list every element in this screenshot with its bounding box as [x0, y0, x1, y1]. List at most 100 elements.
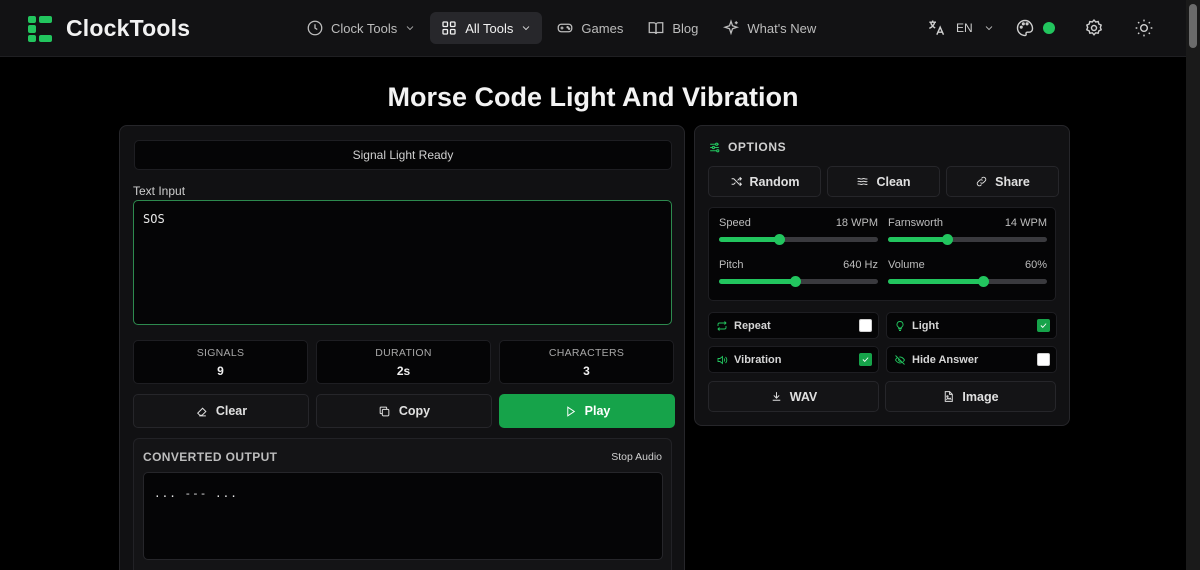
app-name: ClockTools	[66, 15, 191, 41]
gear-icon	[1085, 19, 1103, 36]
nav-label: Clock Tools	[331, 20, 398, 36]
options-title: OPTIONS	[728, 140, 787, 154]
slider-fill	[888, 279, 984, 284]
hide-answer-toggle[interactable]: Hide Answer	[886, 346, 1057, 373]
wav-label: WAV	[789, 389, 818, 404]
image-file-icon	[945, 391, 954, 402]
page-scrollbar[interactable]	[1186, 0, 1200, 570]
slider-value: 60%	[1024, 259, 1047, 271]
signal-status: Signal Light Ready	[134, 140, 672, 170]
share-button[interactable]: Share	[946, 166, 1059, 197]
repeat-checkbox[interactable]	[859, 319, 872, 332]
check-icon	[1040, 323, 1047, 329]
toggle-label: Vibration	[734, 353, 782, 366]
converted-output-section: CONVERTED OUTPUT Stop Audio ... --- ...	[133, 438, 672, 570]
sparkle-icon	[723, 19, 740, 36]
clear-button[interactable]: Clear	[133, 394, 309, 428]
book-icon	[648, 22, 664, 35]
play-button[interactable]: Play	[499, 394, 675, 428]
logo[interactable]: ClockTools	[28, 15, 190, 42]
slider-fill	[719, 279, 796, 284]
text-input-label: Text Input	[133, 184, 186, 198]
stat-value: 3	[583, 364, 590, 378]
slider-track[interactable]	[719, 234, 878, 245]
light-checkbox[interactable]	[1037, 319, 1050, 332]
link-icon	[976, 176, 987, 187]
nav-games[interactable]: Games	[546, 12, 633, 44]
clean-button[interactable]: Clean	[827, 166, 940, 197]
slider-value: 14 WPM	[1004, 217, 1047, 229]
stop-audio-button[interactable]: Stop Audio	[611, 451, 662, 463]
play-label: Play	[584, 404, 611, 418]
page-title: Morse Code Light And Vibration	[387, 82, 799, 112]
eraser-icon	[196, 407, 207, 416]
clock-icon	[307, 20, 323, 36]
hide-answer-checkbox[interactable]	[1037, 353, 1050, 366]
slider-thumb[interactable]	[941, 234, 953, 245]
output-title: CONVERTED OUTPUT	[143, 450, 278, 464]
lightbulb-icon	[896, 320, 904, 331]
random-label: Random	[749, 174, 800, 189]
farnsworth-slider[interactable]: Farnsworth 14 WPM	[888, 217, 1047, 245]
converted-output[interactable]: ... --- ...	[143, 472, 663, 560]
clear-label: Clear	[215, 404, 248, 418]
vibration-toggle[interactable]: Vibration	[708, 346, 879, 373]
language-selector[interactable]: EN	[926, 12, 995, 44]
palette-icon	[1016, 19, 1034, 37]
light-toggle[interactable]: Light	[886, 312, 1057, 339]
settings-button[interactable]	[1084, 12, 1104, 44]
scrollbar-thumb[interactable]	[1189, 4, 1197, 48]
clean-label: Clean	[876, 174, 911, 189]
text-input[interactable]	[133, 200, 672, 325]
nav-label: Games	[581, 20, 624, 36]
toggle-label: Repeat	[734, 319, 771, 332]
slider-label: Speed	[719, 217, 751, 229]
theme-toggle-button[interactable]	[1134, 12, 1154, 44]
nav-whats-new[interactable]: What's New	[712, 12, 826, 44]
top-header: ClockTools Clock Tools All Tools Games B…	[0, 0, 1186, 57]
vibration-checkbox[interactable]	[859, 353, 872, 366]
toggle-grid: Repeat Light Vibration Hide Answer	[708, 312, 1057, 373]
stat-label: SIGNALS	[196, 347, 245, 359]
slider-track[interactable]	[719, 276, 878, 287]
stat-label: DURATION	[375, 347, 432, 359]
waves-icon	[857, 178, 869, 185]
nav-clock-tools[interactable]: Clock Tools	[296, 12, 426, 44]
slider-track[interactable]	[888, 234, 1047, 245]
speed-slider[interactable]: Speed 18 WPM	[719, 217, 878, 245]
chevron-down-icon	[406, 26, 414, 31]
volume-slider[interactable]: Volume 60%	[888, 259, 1047, 287]
download-icon	[772, 392, 781, 401]
image-label: Image	[962, 389, 999, 404]
grid-icon	[442, 21, 456, 35]
stat-value: 9	[217, 364, 224, 378]
check-icon	[862, 357, 869, 363]
toggle-label: Light	[912, 319, 939, 332]
options-panel: OPTIONS Random Clean Share Speed 18 WPM …	[694, 125, 1070, 426]
chevron-down-icon	[523, 26, 530, 31]
slider-thumb[interactable]	[978, 276, 990, 287]
nav-blog[interactable]: Blog	[637, 12, 708, 44]
slider-fill	[888, 237, 947, 242]
wav-export-button[interactable]: WAV	[708, 381, 879, 412]
pitch-slider[interactable]: Pitch 640 Hz	[719, 259, 878, 287]
slider-thumb[interactable]	[790, 276, 802, 287]
options-buttons: Random Clean Share	[708, 166, 1059, 197]
random-button[interactable]: Random	[708, 166, 821, 197]
stat-duration: DURATION 2s	[316, 340, 491, 384]
converter-panel: Signal Light Ready Text Input SIGNALS 9 …	[119, 125, 685, 570]
copy-button[interactable]: Copy	[316, 394, 492, 428]
repeat-toggle[interactable]: Repeat	[708, 312, 879, 339]
translate-icon	[929, 20, 945, 35]
slider-track[interactable]	[888, 276, 1047, 287]
slider-thumb[interactable]	[774, 234, 786, 245]
options-header: OPTIONS	[708, 140, 786, 154]
image-export-button[interactable]: Image	[885, 381, 1056, 412]
play-icon	[566, 405, 575, 417]
gamepad-icon	[558, 23, 573, 33]
stats-row: SIGNALS 9 DURATION 2s CHARACTERS 3	[133, 340, 674, 384]
nav-all-tools[interactable]: All Tools	[430, 12, 543, 44]
sliders-icon	[710, 142, 720, 152]
theme-color-picker[interactable]	[1015, 12, 1055, 44]
stat-characters: CHARACTERS 3	[499, 340, 674, 384]
